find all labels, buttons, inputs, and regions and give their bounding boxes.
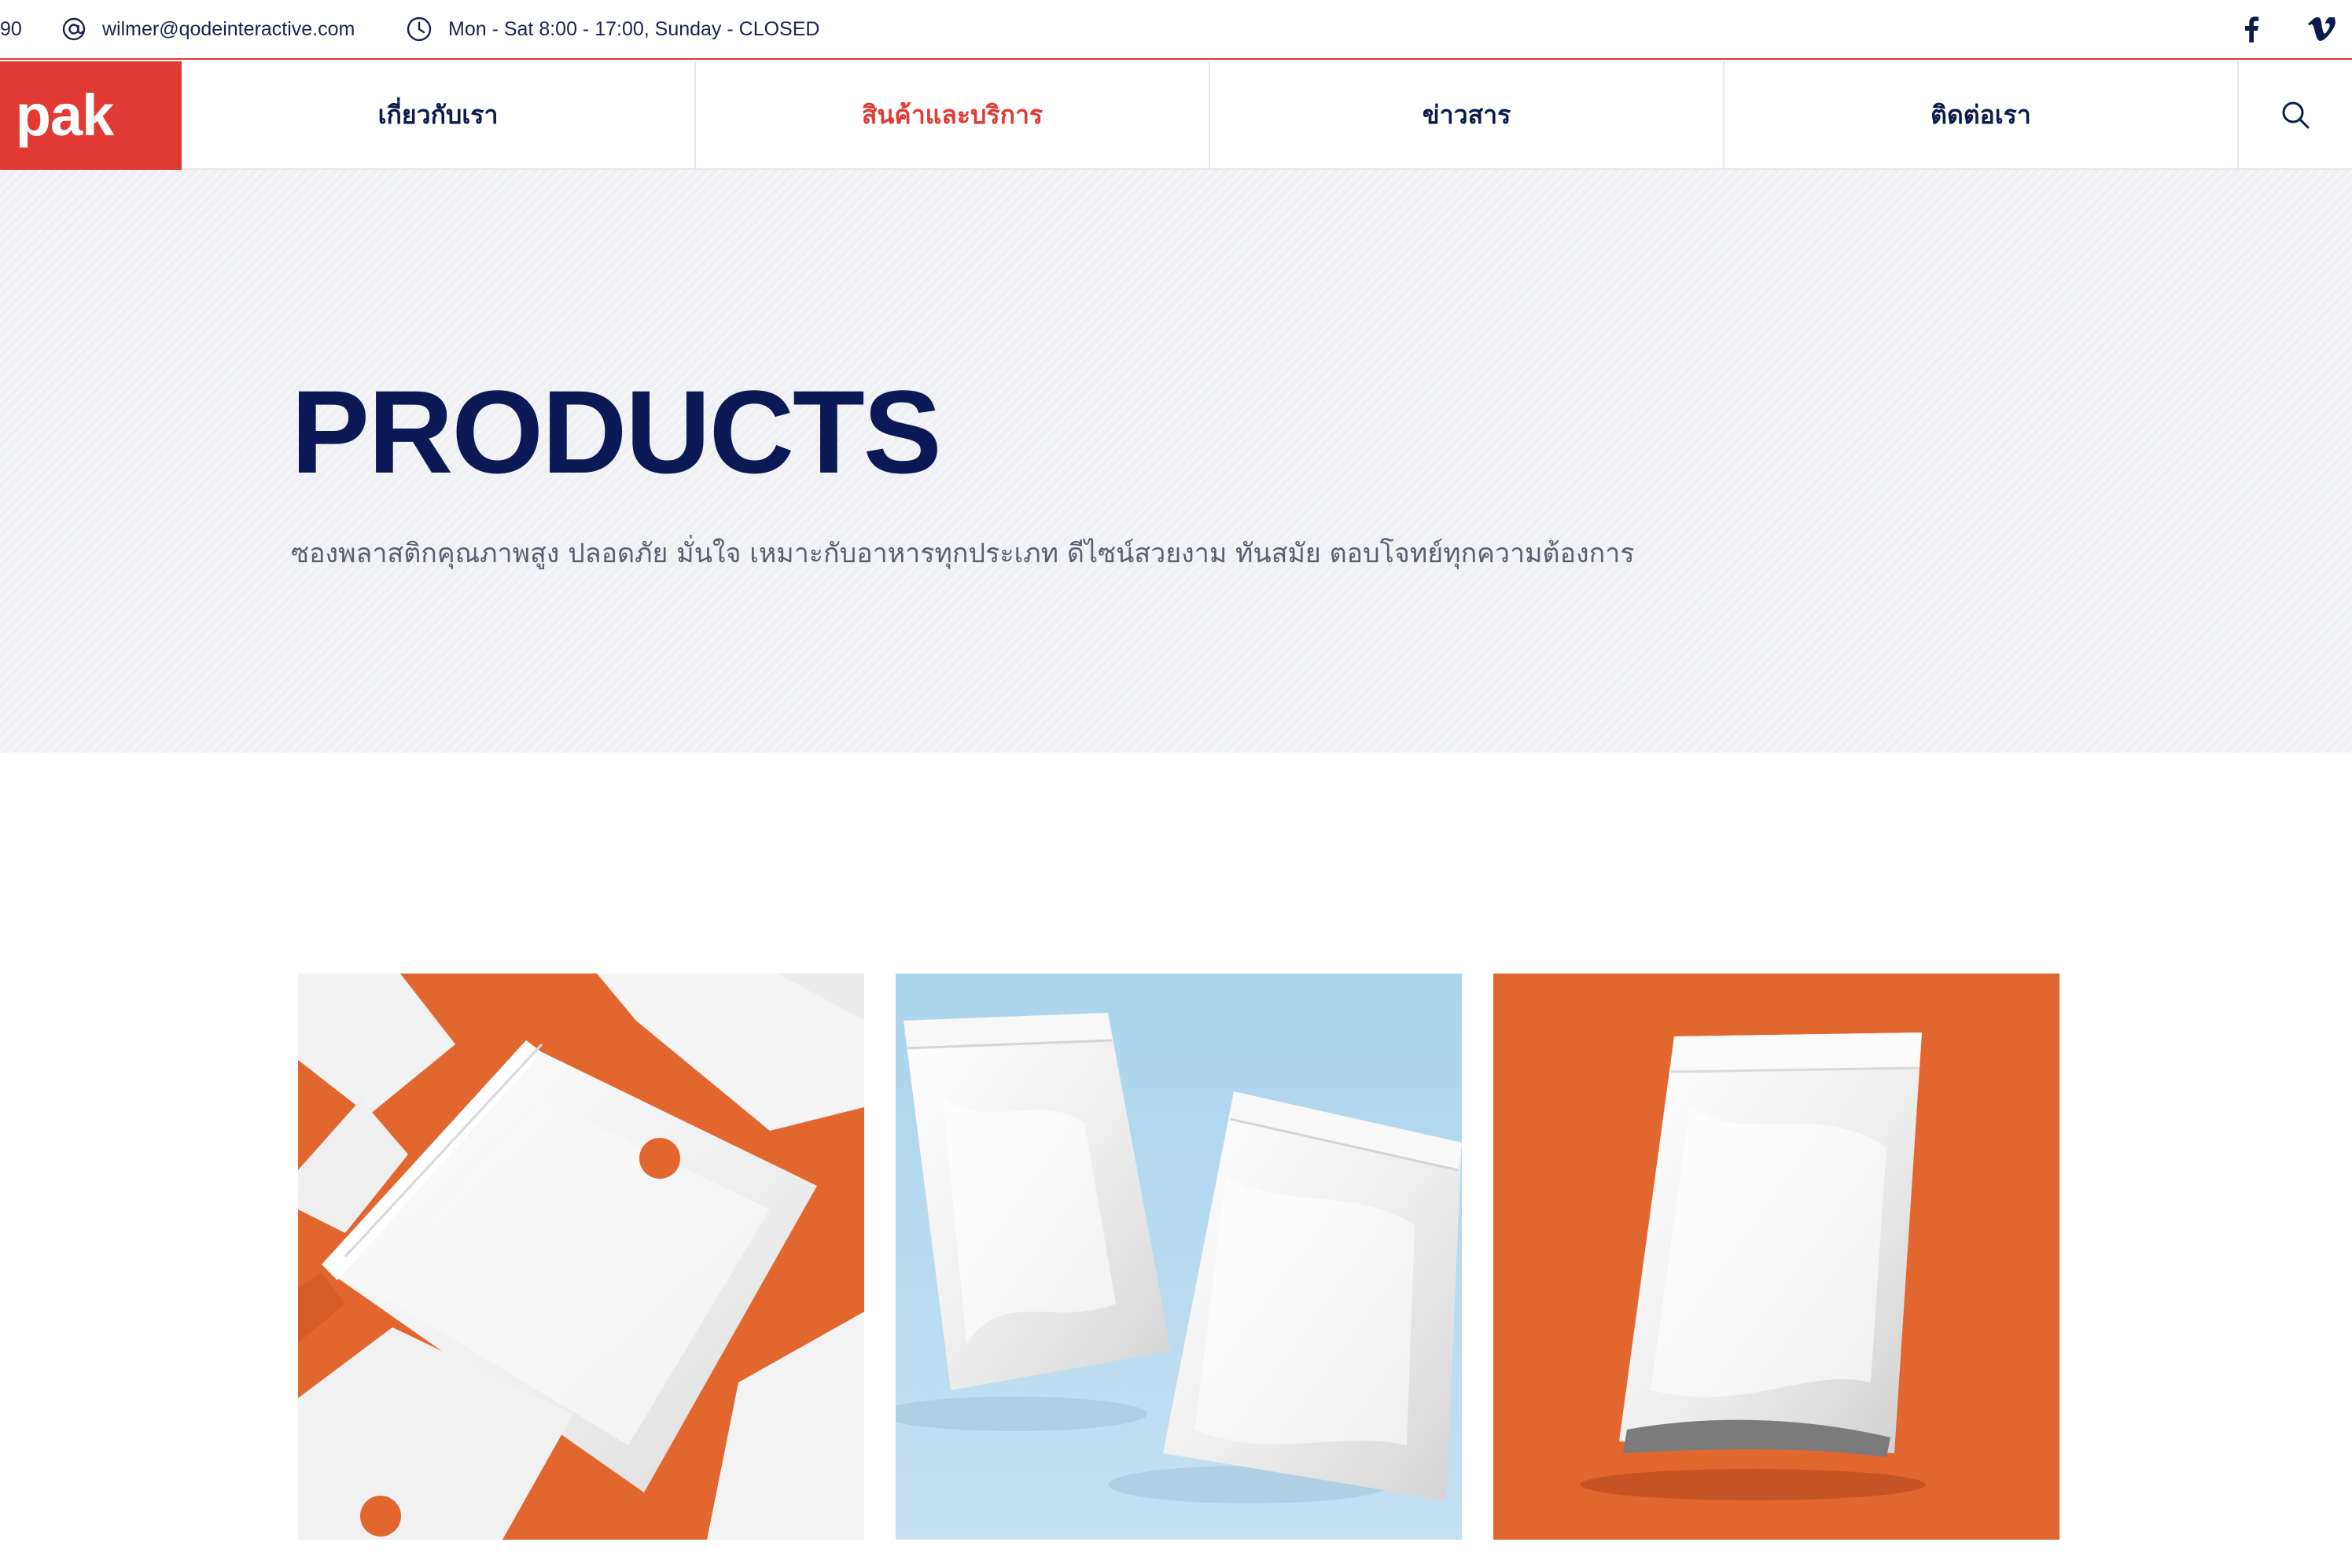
page-subtitle: ซองพลาสติกคุณภาพสูง ปลอดภัย มั่นใจ เหมาะ… <box>291 538 1635 569</box>
page-title: PRODUCTS <box>291 366 942 498</box>
facebook-link[interactable] <box>2243 0 2260 58</box>
logo-text: c pak <box>0 83 114 148</box>
product-image <box>1493 974 2059 1540</box>
nav-item-contact[interactable]: ติดต่อเรา <box>1724 61 2239 168</box>
email-text: wilmer@qodeinteractive.com <box>102 17 355 40</box>
product-image <box>298 974 864 1540</box>
nav-item-products[interactable]: สินค้าและบริการ <box>696 61 1210 168</box>
product-card-standup-pouch-single[interactable] <box>1493 974 2059 1540</box>
email-link[interactable]: wilmer@qodeinteractive.com <box>61 0 355 58</box>
vimeo-icon <box>2308 17 2335 41</box>
product-card-zip-pouches[interactable] <box>298 974 864 1540</box>
nav-item-news[interactable]: ข่าวสาร <box>1210 61 1724 168</box>
opening-hours: Mon - Sat 8:00 - 17:00, Sunday - CLOSED <box>406 0 819 58</box>
nav-item-label: เกี่ยวกับเรา <box>377 99 499 130</box>
phone-text: 90 <box>0 17 22 40</box>
logo[interactable]: c pak <box>0 61 182 170</box>
nav-item-about[interactable]: เกี่ยวกับเรา <box>182 61 696 168</box>
clock-icon <box>407 17 432 42</box>
page-hero: PRODUCTS ซองพลาสติกคุณภาพสูง ปลอดภัย มั่… <box>0 170 2352 753</box>
top-info-bar: 90 wilmer@qodeinteractive.com Mon - Sat … <box>0 0 2352 60</box>
facebook-icon <box>2245 17 2259 42</box>
search-icon <box>2282 101 2310 129</box>
at-icon <box>62 17 86 41</box>
phone-number[interactable]: 90 <box>0 0 22 58</box>
product-image <box>896 974 1462 1540</box>
main-navigation: c pak เกี่ยวกับเรา สินค้าและบริการ ข่าวส… <box>0 61 2352 170</box>
product-card-standup-pouches[interactable] <box>896 974 1462 1540</box>
nav-item-label: ข่าวสาร <box>1422 99 1511 130</box>
vimeo-link[interactable] <box>2308 0 2336 58</box>
search-button[interactable] <box>2239 61 2352 168</box>
nav-item-label: สินค้าและบริการ <box>861 99 1043 130</box>
hours-text: Mon - Sat 8:00 - 17:00, Sunday - CLOSED <box>448 17 820 40</box>
nav-item-label: ติดต่อเรา <box>1931 99 2031 130</box>
